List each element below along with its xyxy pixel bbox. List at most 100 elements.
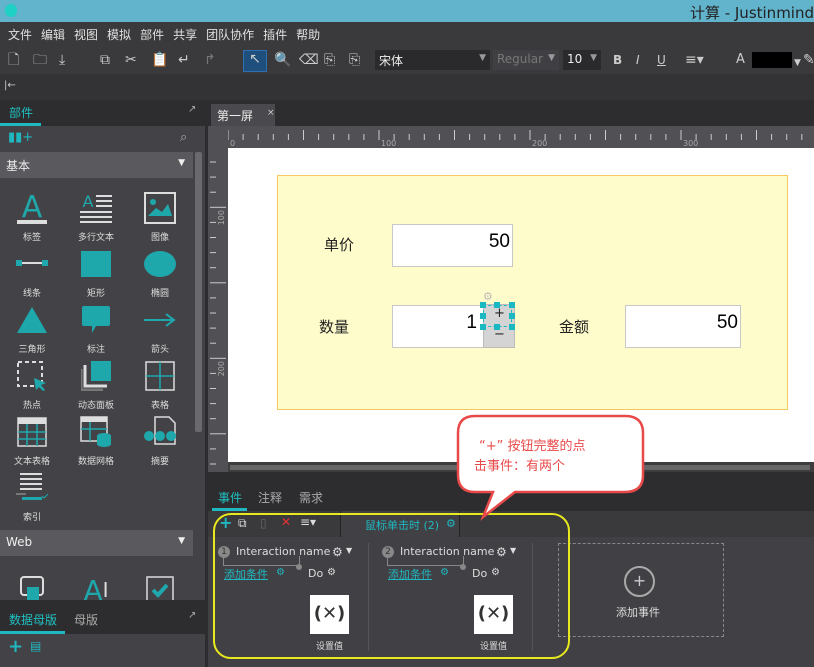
collapse-panel-button[interactable]: |← (4, 80, 16, 91)
widget-icon (2, 468, 62, 508)
widget-label: 图像 (150, 233, 169, 243)
chevron-down-icon[interactable]: ▼ (794, 55, 801, 71)
collapse-row: |← (0, 74, 814, 100)
menu-widgets[interactable]: 部件 (140, 26, 164, 43)
category-basic[interactable]: 基本 ▼ (0, 152, 193, 178)
gear-icon[interactable]: ⚙ (483, 290, 493, 303)
widget-item[interactable]: 数据网格 (66, 412, 126, 467)
resize-handle[interactable] (480, 324, 486, 330)
resize-handle[interactable] (509, 324, 515, 330)
widget-icon (66, 300, 126, 340)
search-icon[interactable]: ⌕ (180, 130, 187, 145)
font-size-select[interactable]: 10 ▼ (563, 50, 601, 70)
undo-icon[interactable]: ↵ (178, 52, 190, 68)
tab-first-screen[interactable]: 第一屏 × (211, 104, 275, 126)
menu-simulate[interactable]: 模拟 (107, 26, 131, 43)
expand-icon[interactable]: ↗ (188, 610, 196, 621)
callout-line-1: “+” 按钮完整的点 (479, 439, 586, 454)
tab-data-masters[interactable]: 数据母版 (9, 611, 57, 628)
font-family-select[interactable]: 宋体 ▼ (375, 50, 490, 70)
resize-handle[interactable] (480, 313, 486, 319)
unit-price-field[interactable]: 50 (392, 224, 513, 267)
amount-field[interactable]: 50 (625, 305, 741, 348)
resize-handle[interactable] (494, 302, 500, 308)
widget-label: 数据网格 (77, 457, 114, 467)
widget-item[interactable]: 线条 (2, 244, 62, 299)
widget-item[interactable]: 图像 (130, 188, 190, 243)
widget-label: 标注 (86, 345, 105, 355)
menu-edit[interactable]: 编辑 (41, 26, 65, 43)
tab-notes[interactable]: 注释 (258, 489, 282, 506)
open-folder-icon[interactable]: 🗀 (33, 52, 47, 68)
italic-button[interactable]: I (636, 52, 640, 68)
pencil-icon[interactable]: ✎ (803, 52, 814, 68)
widget-label: 热点 (22, 401, 41, 411)
font-color-picker[interactable] (752, 52, 792, 68)
eraser-icon[interactable]: ⌫ (299, 52, 319, 68)
align-icon[interactable]: ≡▾ (685, 52, 704, 68)
menu-share[interactable]: 共享 (173, 26, 197, 43)
menu-help[interactable]: 帮助 (296, 26, 320, 43)
chevron-down-icon: ▼ (479, 53, 486, 63)
chevron-down-icon: ▼ (178, 158, 185, 168)
tab-events[interactable]: 事件 (218, 489, 242, 506)
ruler-label: 100 (381, 139, 396, 148)
underline-button[interactable]: U (657, 52, 666, 68)
widget-item[interactable]: A 标签 (2, 188, 62, 243)
svg-text:A: A (22, 191, 43, 225)
add-icon[interactable]: + (8, 636, 23, 657)
import-icon[interactable]: ▤ (30, 639, 41, 653)
category-web[interactable]: Web ▼ (0, 530, 193, 556)
widget-item[interactable]: 椭圆 (130, 244, 190, 299)
plus-circle-icon: + (624, 566, 655, 597)
menu-view[interactable]: 视图 (74, 26, 98, 43)
widget-item[interactable]: 文本表格 (2, 412, 62, 467)
widget-item[interactable]: 索引 (2, 468, 62, 523)
widget-item[interactable]: 矩形 (66, 244, 126, 299)
zoom-tool-icon[interactable]: 🔍 (274, 52, 291, 68)
tab-requirements[interactable]: 需求 (299, 489, 323, 506)
style-painter-icon[interactable]: ⎘ (349, 52, 360, 68)
widget-icon: A (66, 188, 126, 228)
highlight-annotation (213, 513, 570, 659)
widget-item[interactable]: 箭头 (130, 300, 190, 355)
redo-icon[interactable]: ↱ (204, 52, 216, 68)
menu-file[interactable]: 文件 (8, 26, 32, 43)
resize-handle[interactable] (509, 313, 515, 319)
ruler-label: 300 (683, 139, 698, 148)
widget-item[interactable]: 表格 (130, 356, 190, 411)
format-painter-icon[interactable]: ⎘ (324, 52, 335, 68)
tab-masters[interactable]: 母版 (74, 611, 98, 628)
cut-icon[interactable]: ✂ (125, 52, 137, 68)
paste-icon[interactable]: 📋 (151, 52, 168, 68)
expand-icon[interactable]: ↗ (188, 104, 196, 115)
bold-button[interactable]: B (613, 52, 622, 68)
add-library-icon[interactable]: ▮▮+ (8, 130, 33, 145)
tab-widgets[interactable]: 部件 (9, 104, 33, 121)
widget-icon (2, 300, 62, 340)
widget-icon: A (2, 188, 62, 228)
widget-label: 箭头 (150, 345, 169, 355)
widget-label: 文本表格 (13, 457, 50, 467)
resize-handle[interactable] (509, 302, 515, 308)
copy-icon[interactable]: ⧉ (100, 52, 110, 68)
widget-icon (2, 356, 62, 396)
font-weight-select[interactable]: Regular ▼ (493, 50, 559, 70)
add-event-button[interactable]: + 添加事件 (558, 543, 724, 637)
scrollbar[interactable] (195, 152, 202, 432)
select-tool-icon[interactable]: ↖ (243, 50, 267, 72)
widget-item[interactable]: 三角形 (2, 300, 62, 355)
widget-label: 动态面板 (77, 401, 114, 411)
category-basic-label: 基本 (6, 159, 31, 173)
widget-item[interactable]: 动态面板 (66, 356, 126, 411)
new-file-icon[interactable]: 🗋 (8, 52, 19, 68)
resize-handle[interactable] (494, 324, 500, 330)
close-icon[interactable]: × (267, 108, 275, 118)
menu-plugins[interactable]: 插件 (263, 26, 287, 43)
widget-item[interactable]: 热点 (2, 356, 62, 411)
widget-item[interactable]: 标注 (66, 300, 126, 355)
menu-team[interactable]: 团队协作 (206, 26, 254, 43)
save-download-icon[interactable]: ⤓ (59, 52, 65, 68)
widget-item[interactable]: 摘要 (130, 412, 190, 467)
widget-item[interactable]: A 多行文本 (66, 188, 126, 243)
